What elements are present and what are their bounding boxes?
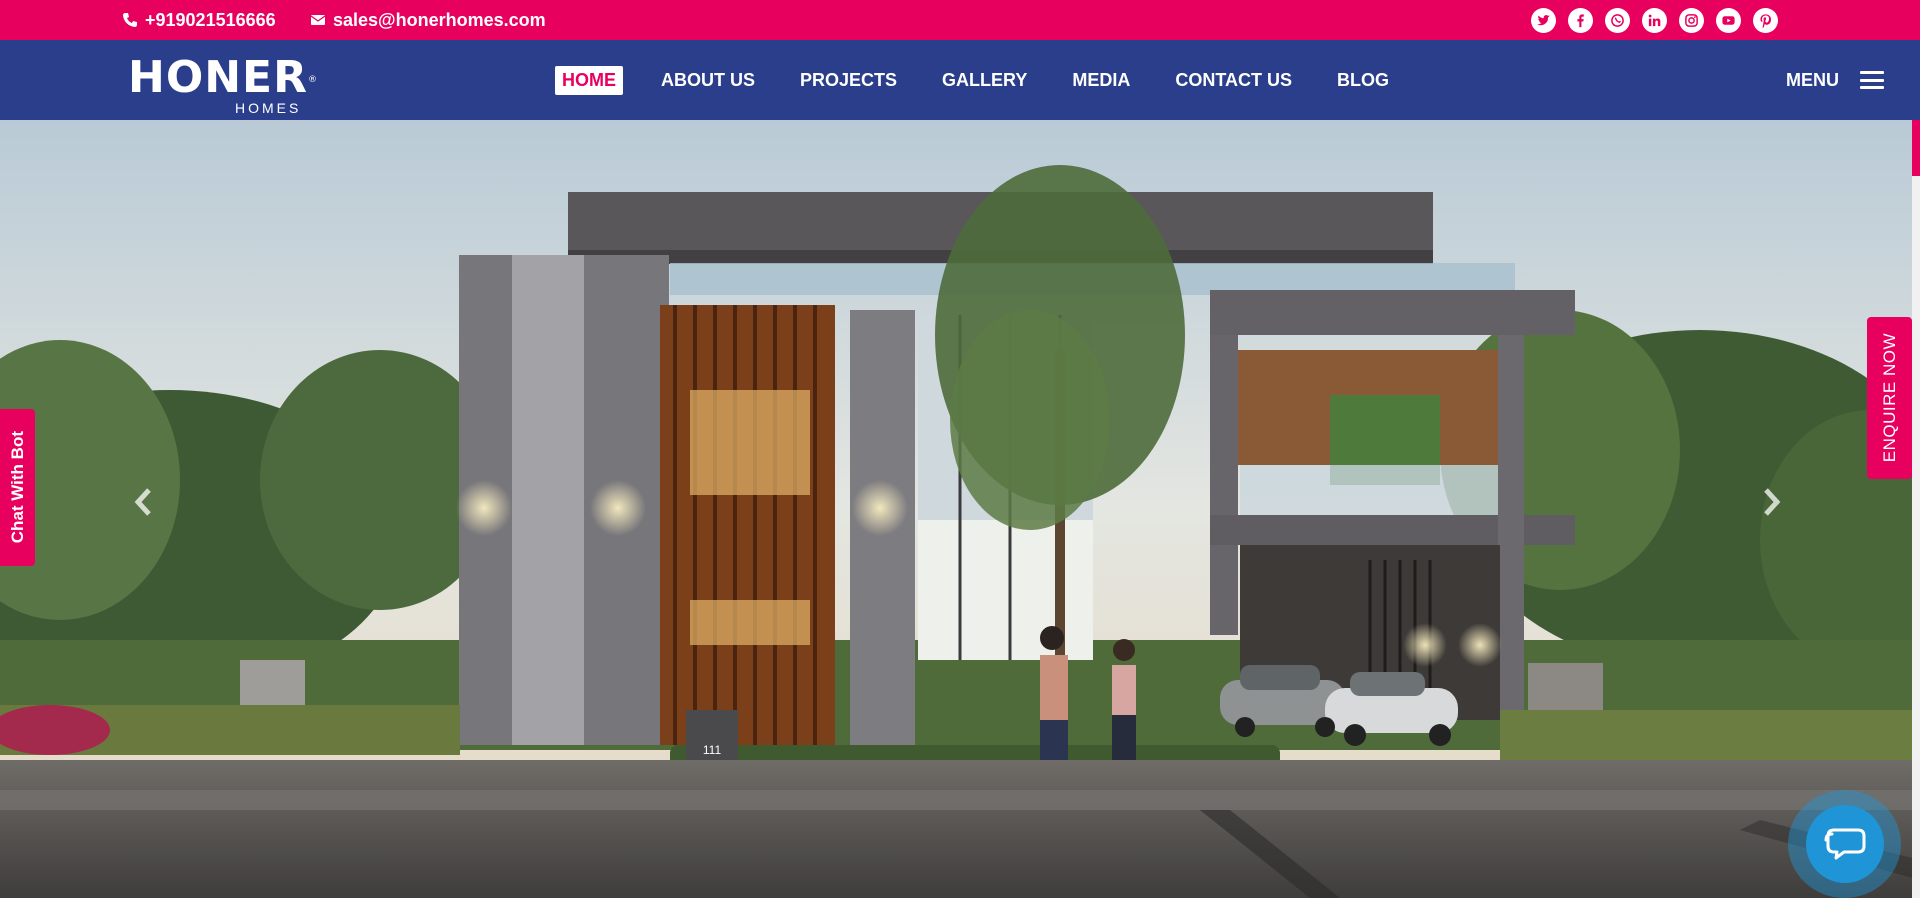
phone-icon [123, 13, 137, 27]
linkedin-icon[interactable] [1642, 7, 1667, 33]
chat-with-bot-label: Chat With Bot [7, 431, 27, 544]
page-scrollbar[interactable] [1912, 120, 1920, 898]
email-link[interactable]: sales@honerhomes.com [310, 0, 546, 40]
honer-homes-logo[interactable]: HONER® HOMES [128, 56, 318, 117]
nav-blog[interactable]: BLOG [1330, 66, 1396, 95]
registered-mark: ® [308, 75, 318, 85]
pinterest-icon[interactable] [1753, 7, 1778, 33]
logo-tagline: HOMES [235, 100, 302, 116]
enquire-now-label: ENQUIRE NOW [1879, 333, 1899, 463]
chevron-left-icon [134, 488, 151, 516]
top-contact-bar: +919021516666 sales@honerhomes.com [0, 0, 1920, 40]
chat-with-bot-tab[interactable]: Chat With Bot [0, 409, 35, 566]
chat-bubble-icon [1824, 828, 1865, 860]
nav-projects[interactable]: PROJECTS [793, 66, 904, 95]
phone-number: +919021516666 [145, 9, 276, 30]
hamburger-icon [1860, 71, 1884, 89]
whatsapp-icon[interactable] [1605, 7, 1630, 33]
youtube-icon[interactable] [1716, 7, 1741, 33]
nav-media[interactable]: MEDIA [1065, 66, 1137, 95]
instagram-icon[interactable] [1679, 7, 1704, 33]
nav-about-us[interactable]: ABOUT US [654, 66, 762, 95]
social-links [1531, 0, 1778, 40]
chevron-right-icon [1764, 488, 1781, 516]
nav-gallery[interactable]: GALLERY [935, 66, 1034, 95]
hero-house-image: 111 [0, 120, 1920, 898]
enquire-now-tab[interactable]: ENQUIRE NOW [1867, 317, 1912, 479]
menu-label: MENU [1786, 69, 1839, 90]
logo-text: HONER [128, 52, 308, 103]
scrollbar-thumb[interactable] [1912, 120, 1920, 176]
nav-contact-us[interactable]: CONTACT US [1168, 66, 1299, 95]
phone-link[interactable]: +919021516666 [122, 0, 276, 40]
email-address: sales@honerhomes.com [333, 9, 546, 30]
menu-toggle-button[interactable]: MENU [1786, 40, 1884, 120]
envelope-icon [310, 15, 326, 25]
slider-next-button[interactable] [1752, 482, 1792, 522]
facebook-icon[interactable] [1568, 7, 1593, 33]
hero-slider: 111 [0, 120, 1920, 898]
main-navbar: HONER® HOMES HOME ABOUT US PROJECTS GALL… [0, 40, 1920, 120]
slider-prev-button[interactable] [123, 482, 163, 522]
chat-launcher-button[interactable] [1788, 790, 1901, 898]
twitter-icon[interactable] [1531, 7, 1556, 33]
primary-menu: HOME ABOUT US PROJECTS GALLERY MEDIA CON… [555, 40, 1427, 120]
nav-home[interactable]: HOME [555, 65, 623, 95]
house-number: 111 [703, 743, 722, 757]
